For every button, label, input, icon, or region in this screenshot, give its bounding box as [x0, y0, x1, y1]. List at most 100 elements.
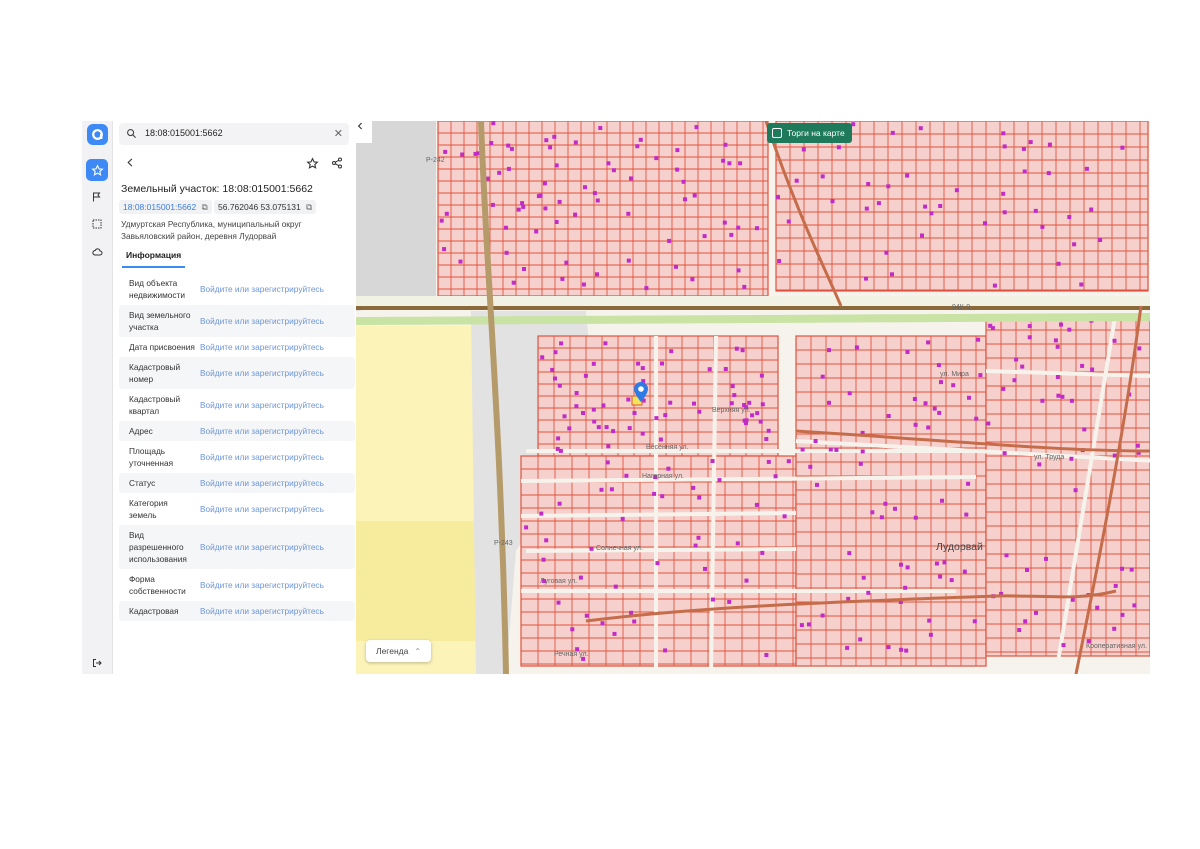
- building: [717, 478, 722, 483]
- building: [556, 436, 561, 441]
- login-link[interactable]: Войдите или зарегистрируйтесь: [195, 316, 355, 326]
- torgi-toggle[interactable]: Торги на карте: [767, 123, 852, 143]
- login-link[interactable]: Войдите или зарегистрируйтесь: [195, 504, 355, 514]
- cadastral-number-chip[interactable]: 18:08:015001:5662 ⧉: [119, 200, 212, 214]
- building: [1055, 344, 1060, 349]
- collapse-panel-button[interactable]: [356, 121, 372, 143]
- building: [864, 276, 868, 281]
- building: [509, 146, 514, 151]
- building: [827, 348, 831, 353]
- favorite-icon[interactable]: [306, 157, 319, 170]
- building: [926, 340, 931, 345]
- building: [660, 361, 664, 366]
- building: [696, 535, 701, 540]
- cloud-icon[interactable]: [86, 241, 108, 263]
- login-link[interactable]: Войдите или зарегистрируйтесь: [195, 284, 355, 294]
- building: [663, 648, 668, 653]
- flag-icon[interactable]: [86, 186, 108, 208]
- building: [1120, 145, 1125, 150]
- building: [612, 631, 617, 636]
- login-link[interactable]: Войдите или зарегистрируйтесь: [195, 452, 355, 462]
- building: [905, 565, 910, 570]
- search-bar[interactable]: 18:08:015001:5662 ✕: [119, 123, 349, 145]
- building: [1001, 191, 1006, 196]
- building: [742, 284, 747, 289]
- login-link[interactable]: Войдите или зарегистрируйтесь: [195, 478, 355, 488]
- building: [858, 461, 863, 466]
- login-link[interactable]: Войдите или зарегистрируйтесь: [195, 400, 355, 410]
- building: [690, 277, 695, 282]
- building: [820, 174, 825, 179]
- building: [928, 632, 933, 637]
- street-label: Верхняя ул.: [712, 407, 751, 414]
- building: [834, 447, 839, 452]
- building: [654, 416, 659, 421]
- clear-search-icon[interactable]: ✕: [334, 127, 343, 140]
- building: [1027, 335, 1032, 340]
- building: [584, 613, 589, 618]
- building: [905, 173, 910, 178]
- building: [632, 619, 637, 624]
- building: [710, 459, 715, 463]
- building: [1040, 224, 1045, 229]
- building: [707, 367, 712, 372]
- back-icon[interactable]: [125, 157, 136, 168]
- building: [764, 437, 769, 441]
- star-icon[interactable]: [86, 159, 108, 181]
- building: [1060, 394, 1065, 399]
- building: [596, 425, 601, 430]
- building: [1129, 567, 1134, 572]
- login-link[interactable]: Войдите или зарегистрируйтесь: [195, 606, 355, 616]
- building: [632, 411, 637, 415]
- building: [1053, 338, 1058, 343]
- login-link[interactable]: Войдите или зарегистрируйтесь: [195, 342, 355, 352]
- share-icon[interactable]: [331, 157, 343, 169]
- icon-rail: [82, 121, 113, 674]
- street-label: Кооперативная ул.: [1086, 643, 1147, 650]
- building: [815, 482, 819, 487]
- building: [1112, 338, 1117, 343]
- login-link[interactable]: Войдите или зарегистрируйтесь: [195, 368, 355, 378]
- info-row: Категория земель Войдите или зарегистриру…: [119, 493, 355, 525]
- road-label: 94К-9: [952, 304, 971, 311]
- info-row-label: Кадастровый номер: [129, 362, 181, 384]
- street-label: ул. Труда: [1034, 454, 1065, 461]
- login-link[interactable]: Войдите или зарегистрируйтесь: [195, 426, 355, 436]
- building: [520, 201, 525, 206]
- legend-button[interactable]: Легенда ⌃: [366, 640, 432, 662]
- building: [522, 267, 526, 271]
- building: [904, 648, 909, 653]
- tab-information[interactable]: Информация: [122, 248, 186, 268]
- building: [1034, 610, 1038, 615]
- select-area-icon[interactable]: [86, 213, 108, 235]
- login-link[interactable]: Войдите или зарегистрируйтесь: [195, 580, 355, 590]
- building: [629, 610, 634, 615]
- building: [1056, 261, 1061, 266]
- logo-icon[interactable]: [87, 124, 108, 145]
- copy-icon[interactable]: ⧉: [202, 202, 208, 212]
- street-label: ул. Мира: [940, 371, 969, 378]
- building: [886, 645, 891, 650]
- building: [932, 406, 937, 411]
- building: [851, 122, 856, 127]
- map-canvas[interactable]: Торги на карте Лудорвай Весенняя ул. Наг…: [356, 121, 1150, 674]
- building: [605, 460, 610, 465]
- copy-icon[interactable]: ⧉: [306, 202, 312, 212]
- building: [669, 349, 674, 354]
- login-link[interactable]: Войдите или зарегистрируйтесь: [195, 542, 355, 552]
- logout-icon[interactable]: [86, 652, 108, 674]
- building: [730, 384, 735, 389]
- building: [736, 225, 741, 230]
- building: [442, 247, 447, 252]
- search-input[interactable]: 18:08:015001:5662: [145, 128, 223, 138]
- building: [890, 130, 895, 135]
- building: [866, 590, 871, 595]
- building: [721, 158, 726, 163]
- building: [1080, 363, 1085, 368]
- coordinates-chip[interactable]: 56.762046 53.075131 ⧉: [214, 200, 317, 214]
- building: [620, 516, 625, 521]
- building: [1070, 597, 1075, 602]
- building: [660, 494, 665, 499]
- building: [923, 204, 928, 209]
- building: [937, 410, 942, 415]
